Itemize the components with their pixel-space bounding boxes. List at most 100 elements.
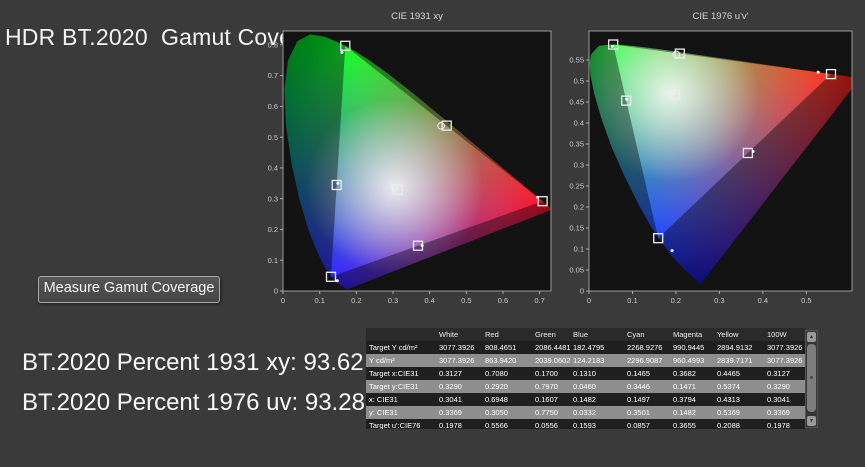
table-row-label: Target u':CIE76 [369,421,421,429]
table-cell: 0.1482 [573,395,596,404]
table-cell: 0.3682 [673,369,696,378]
table-cell: 3077.3926 [767,343,803,352]
svg-text:0: 0 [281,296,285,305]
table-cell: 0.6948 [485,395,508,404]
svg-text:0.15: 0.15 [569,224,584,233]
scrollbar-thumb[interactable] [807,344,816,412]
table-cell: 0.3041 [767,395,790,404]
svg-text:0.1: 0.1 [314,296,324,305]
cie-1931-xy-chart: 0 0.1 0.2 0.3 0.4 0.5 0.6 0.7 0.8 0 0.1 … [268,30,552,305]
table-cell: 0.0857 [627,421,650,429]
table-cell: 0.0556 [535,421,558,429]
svg-text:0.2: 0.2 [351,296,361,305]
table-cell: 0.4313 [717,395,740,404]
table-cell: 182.4795 [573,343,605,352]
table-header-row: White Red Green Blue Cyan Magenta Yellow 100W [366,328,805,341]
table-cell: 124.2183 [573,356,605,365]
svg-text:0.55: 0.55 [569,56,584,65]
table-cell: 960.4993 [673,356,705,365]
table-cell: 0.3369 [439,408,462,417]
svg-text:0.6: 0.6 [498,296,508,305]
table-cell: 2296.9087 [627,356,663,365]
svg-text:0.4: 0.4 [268,164,278,173]
table-cell: 0.1607 [535,395,558,404]
table-row-label: Target Y cd/m² [369,343,418,352]
table-cell: 0.4465 [717,369,740,378]
table-row: Y cd/m² 3077.3926 863.9420 2039.0602 124.218… [366,354,805,367]
scrollbar-down-icon[interactable]: ▼ [807,416,816,426]
table-cell: 0.7080 [485,369,508,378]
table-row-label: x: CIE31 [369,395,398,404]
svg-text:0.7: 0.7 [534,296,544,305]
table-cell: 0.3794 [673,395,696,404]
svg-text:0.3: 0.3 [388,296,398,305]
table-cell: 3077.3926 [767,356,803,365]
table-header-cell: 100W [767,330,787,339]
svg-text:0.25: 0.25 [569,182,584,191]
table-cell: 0.2088 [717,421,740,429]
measure-gamut-coverage-button[interactable]: Measure Gamut Coverage [38,276,220,303]
cie-1976-uv-chart: 0 0.05 0.1 0.15 0.2 0.25 0.3 0.35 0.4 0.… [569,30,853,305]
table-header-cell: Cyan [627,330,645,339]
table-cell: 0.3041 [439,395,462,404]
table-cell: 2039.0602 [535,356,571,365]
table-header-cell: Red [485,330,499,339]
table-cell: 2086.4481 [535,343,571,352]
table-cell: 0.3369 [767,408,790,417]
svg-text:0.5: 0.5 [268,133,278,142]
table-cell: 863.9420 [485,356,517,365]
percent-1931-xy-result: BT.2020 Percent 1931 xy: 93.62 [22,349,364,376]
table-cell: 0.3446 [627,382,650,391]
svg-text:0.8: 0.8 [268,40,278,49]
table-cell: 990.9445 [673,343,705,352]
table-header-cell: White [439,330,459,339]
table-cell: 0.1593 [573,421,596,429]
table-cell: 808.4651 [485,343,517,352]
table-cell: 2839.7171 [717,356,753,365]
svg-text:0: 0 [580,287,584,296]
svg-text:0.2: 0.2 [268,225,278,234]
svg-text:0.6: 0.6 [268,102,278,111]
measurement-table: White Red Green Blue Cyan Magenta Yellow 100W Ta… [366,328,805,429]
table-cell: 0.3127 [767,369,790,378]
table-cell: 0.3050 [485,408,508,417]
table-cell: 0.1310 [573,369,596,378]
table-cell: 0.5566 [485,421,508,429]
table-cell: 0.5374 [717,382,740,391]
table-cell: 0.3655 [673,421,696,429]
svg-text:0.4: 0.4 [758,296,768,305]
table-row: Target Y cd/m² 3077.3926 808.4651 2086.4481… [366,341,805,354]
table-row-label: Target x:CIE31 [369,369,419,378]
table-cell: 0.1465 [627,369,650,378]
table-row-label: Y cd/m² [369,356,395,365]
table-cell: 0.1471 [673,382,696,391]
table-cell: 3077.3926 [439,356,475,365]
table-row: Target x:CIE31 0.3127 0.7080 0.1700 0.1310 0.… [366,367,805,380]
table-header-cell [366,328,436,341]
svg-text:0.5: 0.5 [461,296,471,305]
table-row: y: CIE31 0.3369 0.3050 0.7750 0.0332 0.3501 0.… [366,406,805,419]
table-row: Target u':CIE76 0.1978 0.5566 0.0556 0.1593 0… [366,419,805,429]
table-cell: 0.1497 [627,395,650,404]
table-header-cell: Yellow [717,330,739,339]
table-cell: 0.1978 [767,421,790,429]
table-cell: 0.1700 [535,369,558,378]
table-row-label: Target y:CIE31 [369,382,419,391]
table-header-cell: Blue [573,330,589,339]
percent-1976-uv-result: BT.2020 Percent 1976 uv: 93.28 [22,389,365,416]
table-cell: 0.3127 [439,369,462,378]
table-cell: 2894.9132 [717,343,753,352]
table-cell: 0.3290 [767,382,790,391]
table-row: x: CIE31 0.3041 0.6948 0.1607 0.1482 0.1497 0.… [366,393,805,406]
svg-text:0: 0 [274,287,278,296]
table-cell: 0.0460 [573,382,596,391]
table-cell: 0.0332 [573,408,596,417]
svg-text:0.2: 0.2 [574,203,584,212]
svg-text:0.3: 0.3 [574,161,584,170]
scrollbar-up-icon[interactable]: ▲ [807,332,816,342]
svg-text:0.2: 0.2 [671,296,681,305]
table-scrollbar[interactable]: ▲ ▼ [805,330,818,428]
table-row: Target y:CIE31 0.3290 0.2920 0.7970 0.0460 0.… [366,380,805,393]
table-cell: 0.3501 [627,408,650,417]
table-cell: 3077.3926 [439,343,475,352]
